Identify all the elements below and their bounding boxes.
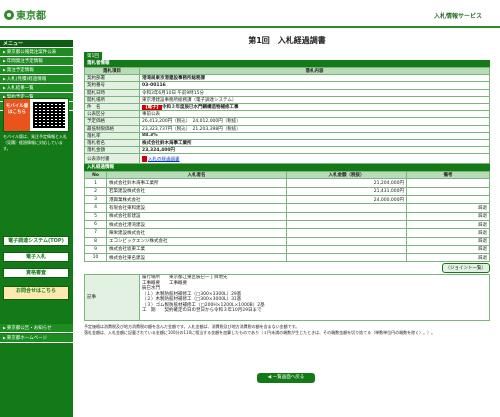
sidebar-item-annual-plan[interactable]: 年間発注予定情報 — [0, 57, 73, 66]
col-bidder: 入札者名 — [106, 171, 287, 180]
mobile-banner[interactable]: モバイル版はこちら — [3, 98, 69, 132]
sidebar-item-bid-progress[interactable]: 入札(見積)経過情報 — [0, 75, 73, 84]
table-row: 公表添付書 入札の経過調書 — [84, 153, 490, 165]
mobile-title: モバイル版はこちら — [4, 99, 30, 131]
col-amount: 入札金額（税抜） — [286, 171, 407, 180]
bid-section-title: 入札経過情報 — [84, 164, 490, 172]
col-note: 備考 — [406, 171, 490, 180]
col-content: 落札内容 — [139, 66, 490, 76]
round-tab[interactable]: 第1回 — [84, 52, 102, 60]
table-row: 契約番号 03-00116 — [84, 81, 490, 90]
table-row: 2 若築建設株式会社 21,431,000円 — [84, 186, 490, 197]
sidebar-item-official-gazette[interactable]: 東京都公報発注案件公表 — [0, 48, 73, 57]
sidebar-item-order-plan[interactable]: 発注予定情報 — [0, 66, 73, 75]
remarks-label: 記事 — [84, 274, 140, 322]
table-row: 公表区分 事前公表 — [84, 110, 490, 119]
joint-list-button[interactable]: （ジョイント一覧） — [441, 263, 490, 274]
logo-text: 東京都 — [16, 11, 46, 22]
table-row: 開札場所 東京港建設事務所総務課（電子調達システム） — [84, 95, 490, 104]
table-row: 5 株式会社新建設 辞退 — [84, 211, 490, 221]
table-row: 4 有限会社東和建設 辞退 — [84, 203, 490, 213]
sidebar-menu-title: メニュー — [0, 40, 73, 48]
table-row: 落札率 88.3% — [84, 131, 490, 140]
sidebar-item-bid-results[interactable]: 入札結果一覧 — [0, 84, 73, 93]
remarks-table: 記事 履行場所 東京都江東区辰巳一丁目地先 工事概要 工事概要 辰巳水門 （１）… — [84, 274, 490, 322]
service-name: 入札情報サービス — [433, 13, 482, 20]
winner-section-title: 落札者情報 — [84, 60, 490, 67]
back-to-list-button[interactable]: ◀ 一覧画面へ戻る — [257, 373, 315, 383]
bid-result-table: No 入札者名 入札金額（税抜） 備考 1 株式会社鈴木海事工業所 21,204,0… — [84, 171, 490, 263]
tokyo-emblem-icon — [4, 9, 14, 20]
sidebar-bottom-title[interactable]: 東京都公告・お知らせ — [0, 324, 73, 333]
table-row: 契約部署 港湾局東京港建設事務所総務課 — [84, 74, 490, 83]
pdf-icon — [142, 155, 147, 162]
qr-code-icon — [33, 102, 65, 128]
table-row: 10 株式会社東名建設 辞退 — [84, 253, 490, 263]
col-item: 落札項目 — [84, 66, 140, 76]
sidebar: メニュー 東京都公報発注案件公表 年間発注予定情報 発注予定情報 入札(見積)経… — [0, 40, 73, 417]
qualification-link[interactable]: 資格審査 — [3, 268, 69, 278]
main-content: 第1回 入札経過調書 第1回 落札者情報 落札項目 落札内容 契約部署 港湾局東京… — [84, 28, 490, 383]
table-row: 落札金額 23,324,400円 — [84, 146, 490, 155]
table-row: 3 港興業株式会社 24,000,000円 — [84, 195, 490, 205]
bid-record-pdf-link[interactable]: 入札の経過調書 — [148, 157, 180, 162]
tokyo-logo[interactable]: 東京都 — [4, 7, 46, 22]
remarks-text: 履行場所 東京都江東区辰巳一丁目地先 工事概要 工事概要 辰巳水門 （１）木製防… — [139, 274, 490, 322]
contact-link[interactable]: お問合せはこちら — [3, 286, 69, 300]
table-row: 9 株式会社坂東工業 辞退 — [84, 244, 490, 255]
table-row: 落札者名 株式会社鈴木海事工業所 — [84, 138, 490, 148]
table-row: 件 名【電子】令和３年度辰巳水門鋼構造物補修工事 — [84, 102, 490, 112]
site-header: 東京都 入札情報サービス — [0, 0, 500, 28]
table-row: 6 株式会社港湾建設 辞退 — [84, 219, 490, 230]
table-row: 予定価格 26,413,200円（税込） 24,012,000円（税抜） — [84, 117, 490, 126]
e-bidding-link[interactable]: 電子入札 — [3, 252, 69, 262]
table-row: 1 株式会社鈴木海事工業所 21,204,000円 — [84, 178, 490, 188]
table-row: 開札日時 令和3年6月10日 午前9時15分 — [84, 88, 490, 97]
mobile-note: モバイル版は、発注予定情報と入札（見積）経過情報に対応しています。 — [3, 134, 67, 151]
sidebar-item-tokyo-homepage[interactable]: 東京都ホームページ — [0, 334, 73, 343]
winner-info-table: 落札項目 落札内容 契約部署 港湾局東京港建設事務所総務課 契約番号 03-0011… — [84, 66, 490, 165]
electronic-tag: 【電子】 — [142, 105, 162, 111]
table-row: 7 陣栄建設株式会社 辞退 — [84, 228, 490, 238]
table-row: 8 エコシビックエンジ株式会社 辞退 — [84, 236, 490, 246]
page-title: 第1回 入札経過調書 — [248, 36, 326, 45]
e-procurement-top-link[interactable]: 電子調達システム(TOP) — [3, 236, 69, 246]
col-no: No — [84, 171, 107, 180]
table-row: 最低制限価格 23,323,737円（税込） 21,203,398円（税抜） — [84, 124, 490, 133]
amount-note: 落札金額は、入札金額に記載されている金額に100分の110に相当する金額を加算し… — [84, 330, 436, 336]
